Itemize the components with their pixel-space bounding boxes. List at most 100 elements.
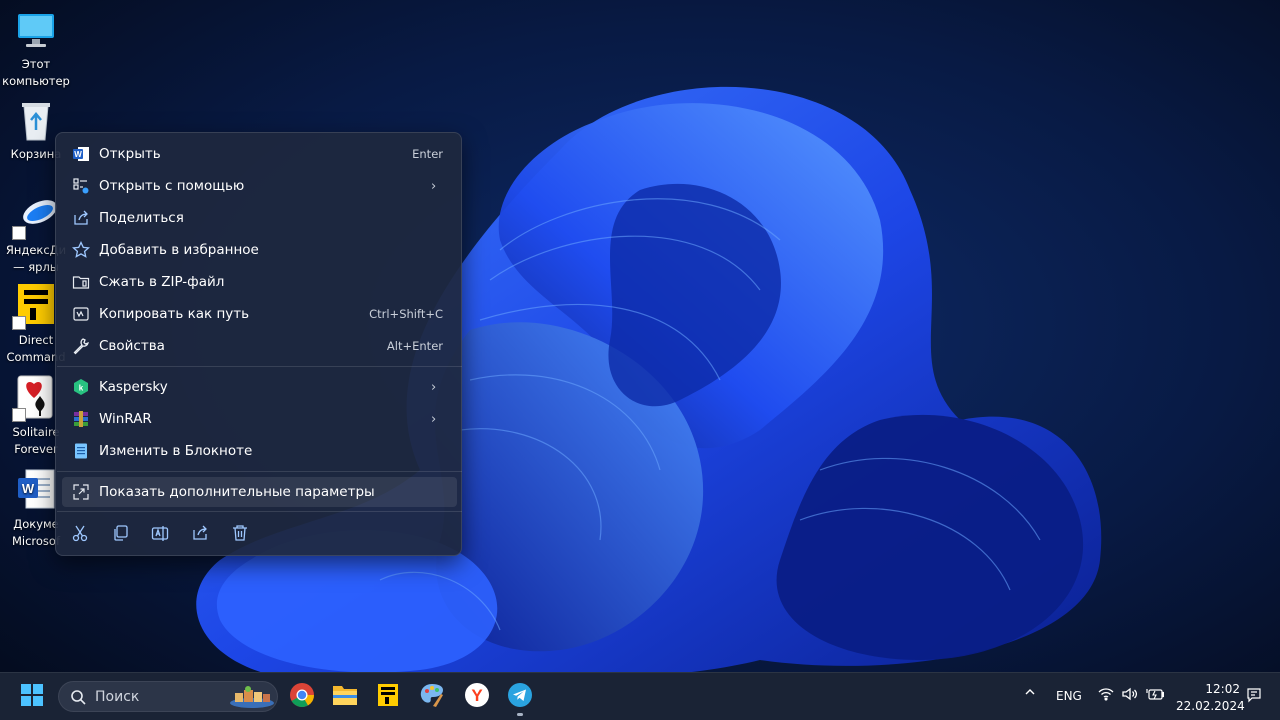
menu-item-open-with[interactable]: Открыть с помощью ›: [62, 171, 457, 201]
menu-item-copy-path[interactable]: Копировать как путь Ctrl+Shift+C: [62, 299, 457, 329]
notepad-icon: [72, 442, 90, 460]
notifications-button[interactable]: [1246, 687, 1262, 706]
wifi-button[interactable]: [1098, 687, 1114, 704]
submenu-arrow-icon: ›: [431, 411, 437, 427]
yandex-disk-icon: [12, 192, 60, 240]
solitaire-icon: [12, 374, 60, 422]
menu-item-label: Поделиться: [99, 210, 184, 226]
menu-item-label: Открыть: [99, 146, 161, 162]
menu-item-shortcut: Ctrl+Shift+C: [369, 307, 443, 321]
shortcut-arrow-icon: [12, 226, 26, 240]
open-with-icon: [72, 177, 90, 195]
menu-item-show-more-options[interactable]: Показать дополнительные параметры: [62, 477, 457, 507]
battery-button[interactable]: [1146, 687, 1165, 704]
menu-item-label: Kaspersky: [99, 379, 168, 395]
word-document-icon: W: [12, 466, 60, 514]
menu-item-label: Свойства: [99, 338, 165, 354]
menu-item-winrar[interactable]: WinRAR ›: [62, 404, 457, 434]
volume-button[interactable]: [1122, 687, 1138, 704]
search-icon: [70, 689, 86, 709]
share-button[interactable]: [184, 522, 216, 548]
desktop-icon-label: Этот: [21, 57, 51, 71]
yandex-browser-icon: Y: [464, 682, 490, 712]
menu-item-add-favorites[interactable]: Добавить в избранное: [62, 235, 457, 265]
direct-commander-icon: [12, 282, 60, 330]
star-icon: [72, 241, 90, 259]
start-icon: [21, 684, 43, 710]
menu-item-label: Показать дополнительные параметры: [99, 484, 375, 500]
yandex-browser-taskbar-button[interactable]: Y: [461, 681, 493, 713]
menu-item-kaspersky[interactable]: k Kaspersky ›: [62, 372, 457, 402]
menu-item-label: Открыть с помощью: [99, 178, 245, 194]
rename-icon: [151, 524, 169, 546]
winrar-icon: [72, 410, 90, 428]
svg-text:k: k: [79, 384, 84, 393]
more-options-icon: [72, 483, 90, 501]
telegram-icon: [507, 682, 533, 712]
clock-date: 22.02.2024: [1176, 699, 1245, 713]
paint-icon: [419, 682, 445, 712]
menu-separator: [57, 366, 462, 367]
running-app-indicator: [517, 713, 523, 716]
share-icon: [191, 524, 209, 546]
delete-button[interactable]: [224, 522, 256, 548]
wifi-icon: [1098, 688, 1114, 704]
submenu-arrow-icon: ›: [431, 178, 437, 194]
menu-item-edit-notepad[interactable]: Изменить в Блокноте: [62, 436, 457, 466]
direct-commander-icon: [376, 683, 400, 711]
telegram-taskbar-button[interactable]: [504, 681, 536, 713]
cut-icon: [71, 524, 89, 546]
menu-item-label: Сжать в ZIP-файл: [99, 274, 225, 290]
copy-path-icon: [72, 305, 90, 323]
kaspersky-icon: k: [72, 378, 90, 396]
chrome-icon: [289, 682, 315, 712]
menu-item-properties[interactable]: Свойства Alt+Enter: [62, 331, 457, 361]
submenu-arrow-icon: ›: [431, 379, 437, 395]
shortcut-arrow-icon: [12, 316, 26, 330]
notification-icon: [1246, 688, 1262, 706]
copy-button[interactable]: [104, 522, 136, 548]
delete-icon: [231, 524, 249, 546]
menu-item-open[interactable]: W Открыть Enter: [62, 139, 457, 169]
copy-icon: [111, 524, 129, 546]
taskbar-search-box[interactable]: Поиск: [58, 681, 278, 712]
file-explorer-taskbar-button[interactable]: [329, 681, 361, 713]
search-highlight-image: [229, 685, 275, 713]
shortcut-arrow-icon: [12, 408, 26, 422]
menu-item-label: WinRAR: [99, 411, 152, 427]
language-indicator[interactable]: ENG: [1056, 689, 1082, 703]
start-button[interactable]: [16, 681, 48, 713]
desktop-icon-label: компьютер: [2, 74, 70, 88]
menu-item-label: Копировать как путь: [99, 306, 250, 322]
taskbar-clock[interactable]: 12:02 22.02.2024: [1176, 681, 1245, 715]
cut-button[interactable]: [64, 522, 96, 548]
menu-item-label: Добавить в избранное: [99, 242, 259, 258]
menu-separator: [57, 471, 462, 472]
battery-icon: [1146, 689, 1165, 704]
show-hidden-icons-button[interactable]: [1024, 686, 1036, 701]
desktop-icon-this-pc[interactable]: Этот компьютер: [0, 6, 72, 90]
menu-item-shortcut: Alt+Enter: [386, 339, 443, 353]
context-menu: W Открыть Enter Открыть с помощью › Поде…: [55, 132, 462, 556]
rename-button[interactable]: [144, 522, 176, 548]
menu-item-compress-zip[interactable]: Сжать в ZIP-файл: [62, 267, 457, 297]
svg-text:W: W: [74, 150, 82, 159]
word-icon: W: [72, 145, 90, 163]
recycle-bin-icon: [12, 96, 60, 144]
menu-item-shortcut: Enter: [412, 147, 443, 161]
svg-text:Y: Y: [471, 686, 483, 705]
paint-taskbar-button[interactable]: [416, 681, 448, 713]
menu-item-label: Изменить в Блокноте: [99, 443, 253, 459]
menu-item-share[interactable]: Поделиться: [62, 203, 457, 233]
taskbar: Поиск Y ENG 12:02 22.02.2024: [0, 672, 1280, 720]
wrench-icon: [72, 337, 90, 355]
search-placeholder: Поиск: [95, 689, 140, 705]
direct-commander-taskbar-button[interactable]: [372, 681, 404, 713]
volume-icon: [1122, 687, 1138, 704]
share-icon: [72, 209, 90, 227]
menu-separator: [57, 511, 462, 512]
clock-time: 12:02: [1205, 682, 1240, 696]
svg-text:W: W: [22, 481, 35, 496]
chrome-taskbar-button[interactable]: [286, 681, 318, 713]
file-explorer-icon: [332, 683, 358, 711]
